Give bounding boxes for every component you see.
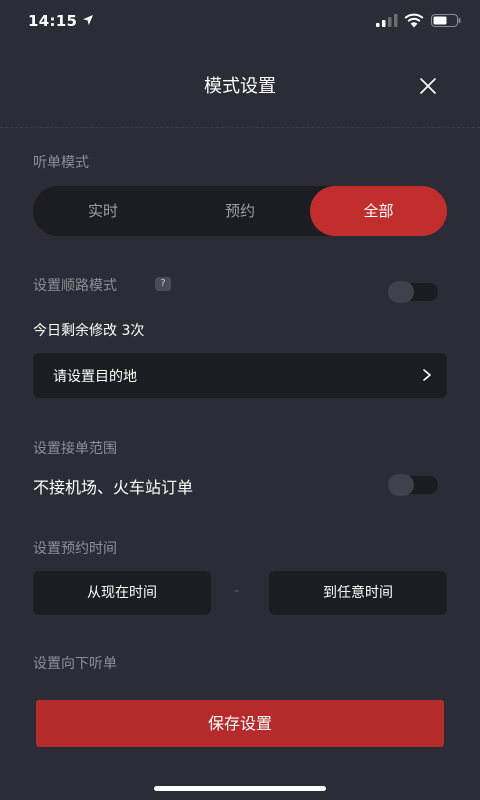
battery-icon [431, 14, 461, 27]
header-divider [0, 127, 480, 128]
order-range-label: 设置接单范围 [33, 441, 117, 457]
mode-settings-page: 14:15 模式设置 听单模式 实时 预约 全部 设置顺路模式 ? 今日剩余修改… [0, 0, 480, 800]
signal-icon [376, 14, 398, 27]
route-mode-label: 设置顺路模式 [33, 278, 117, 294]
remaining-changes-text: 今日剩余修改 3次 [33, 323, 145, 339]
toggle-knob [388, 474, 414, 496]
listen-mode-option-all[interactable]: 全部 [310, 186, 447, 236]
close-icon[interactable] [416, 74, 440, 98]
downward-listen-label: 设置向下听单 [33, 656, 117, 672]
location-arrow-icon [83, 15, 93, 25]
status-bar: 14:15 [0, 0, 480, 44]
home-indicator [154, 786, 326, 791]
status-time: 14:15 [28, 12, 78, 30]
listen-mode-segmented-control: 实时 预约 全部 [33, 186, 447, 236]
time-from-button[interactable]: 从现在时间 [33, 571, 211, 615]
time-to-button[interactable]: 到任意时间 [269, 571, 447, 615]
time-separator: - [234, 583, 240, 599]
toggle-knob [388, 281, 414, 303]
help-icon[interactable]: ? [155, 277, 171, 291]
chevron-right-icon [423, 369, 431, 381]
save-settings-button[interactable]: 保存设置 [36, 700, 444, 747]
page-title: 模式设置 [204, 76, 276, 97]
exclude-airport-station-label: 不接机场、火车站订单 [33, 478, 194, 497]
destination-row[interactable]: 请设置目的地 [33, 353, 447, 398]
listen-mode-option-reservation[interactable]: 预约 [171, 186, 309, 236]
route-mode-toggle[interactable] [388, 281, 438, 303]
listen-mode-label: 听单模式 [33, 155, 89, 171]
wifi-icon [404, 13, 424, 28]
destination-label: 请设置目的地 [53, 369, 137, 385]
exclude-airport-station-toggle[interactable] [388, 474, 438, 496]
listen-mode-option-realtime[interactable]: 实时 [33, 186, 173, 236]
reservation-time-label: 设置预约时间 [33, 541, 117, 557]
